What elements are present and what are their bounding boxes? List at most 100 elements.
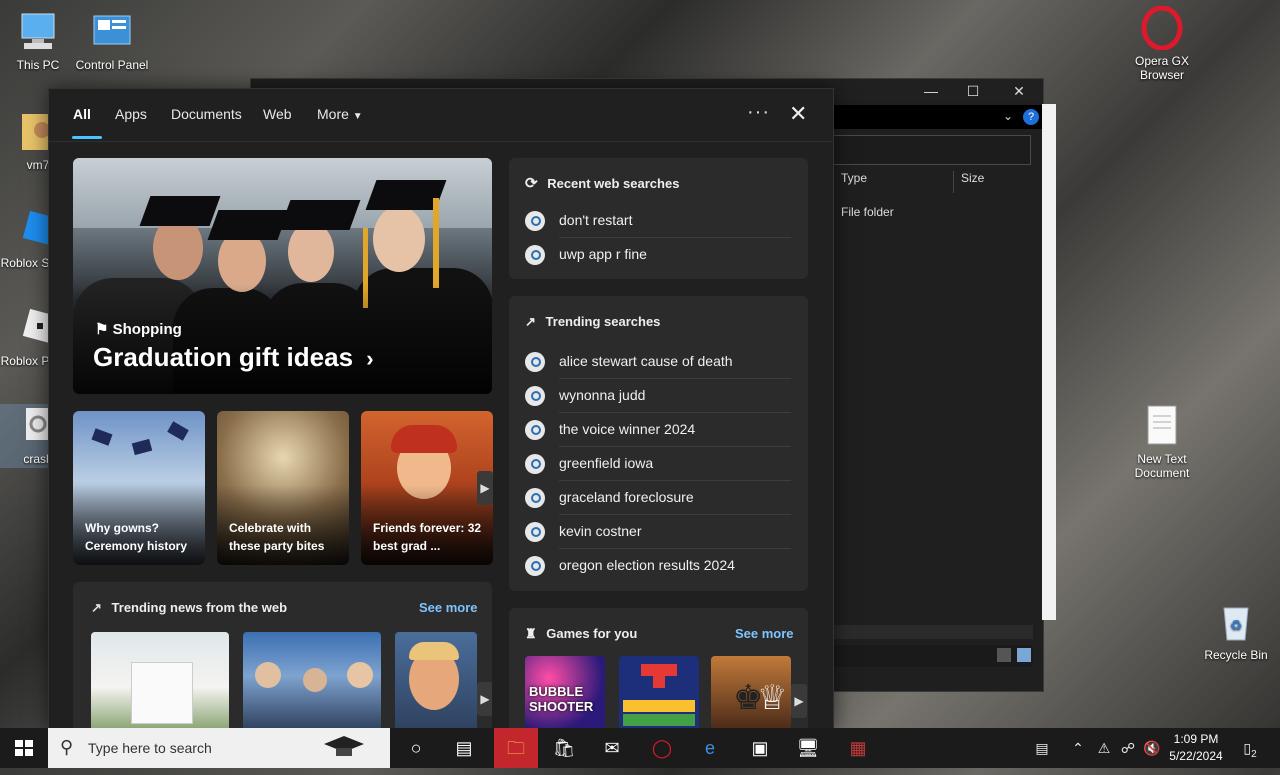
trending-search-item[interactable]: wynonna judd [525,379,791,413]
desktop-icon-label: New Text Document [1134,452,1190,480]
tab-more[interactable]: More ▼ [317,106,363,122]
news-thumbnail[interactable] [91,632,229,729]
card-title: Friends forever: 32 best grad ... [373,521,482,553]
see-more-news-link[interactable]: See more [419,600,478,615]
network-icon[interactable]: ☍ [1116,728,1140,768]
active-tab-indicator [72,136,102,139]
tab-more-label: More [317,106,349,122]
news-widget-icon[interactable]: ▤ [1026,728,1058,768]
chevron-right-icon: › [366,346,374,371]
flying-cap-icon [91,428,113,446]
column-divider [953,171,954,193]
game-tile-bubble-shooter[interactable]: BUBBLE SHOOTER [525,656,605,729]
trending-news-section: ↗ Trending news from the web See more ▶ [73,582,492,729]
games-next-button[interactable]: ▶ [791,684,807,718]
search-icon [525,245,545,265]
section-title-text: Trending searches [545,314,661,329]
trending-search-item[interactable]: oregon election results 2024 [525,549,791,583]
recent-search-item[interactable]: uwp app r fine [525,238,791,272]
notification-center-button[interactable]: ▯2 [1232,728,1268,768]
search-field[interactable] [833,135,1031,165]
trending-search-text: kevin costner [559,523,642,539]
news-thumbnail[interactable] [243,632,381,729]
cartoon-hair [391,425,457,453]
game-tile-blocks[interactable] [619,656,699,729]
tab-web[interactable]: Web [263,106,292,122]
search-tabs: All Apps Documents Web More ▼ ··· ✕ [49,89,833,142]
ribbon-bar: ⌄ ? [833,105,1043,129]
section-title-text: Recent web searches [547,176,680,191]
security-alert-icon[interactable]: ⚠ [1092,728,1116,768]
search-icon [525,522,545,542]
system-clock[interactable]: 1:09 PM 5/22/2024 [1168,731,1224,765]
tab-documents[interactable]: Documents [171,106,242,122]
taskbar-search-box[interactable]: ⚲ Type here to search [48,728,390,768]
see-more-games-link[interactable]: See more [735,626,794,641]
cortana-icon[interactable]: ○ [394,728,438,768]
chevron-down-icon[interactable]: ⌄ [1003,109,1013,123]
card-friends-forever[interactable]: Friends forever: 32 best grad ... [361,411,493,565]
chess-queen-icon: ♕ [757,679,788,717]
tab-all[interactable]: All [73,106,91,122]
winrar-icon[interactable]: ▦ [836,728,880,768]
trending-searches-panel: ↗ Trending searches alice stewart cause … [509,296,808,591]
close-icon[interactable]: ✕ [789,101,807,127]
news-thumbnail[interactable] [395,632,477,729]
maximize-button[interactable]: ☐ [953,81,993,101]
card-title: Celebrate with these party bites [229,521,325,553]
column-header-type[interactable]: Type [841,171,867,185]
desktop-icon-label: vm7 [26,158,50,172]
history-icon: ⟳ [525,175,538,192]
recent-search-item[interactable]: don't restart [525,204,791,238]
recent-search-text: uwp app r fine [559,246,647,262]
tab-apps[interactable]: Apps [115,106,147,122]
photos-app-icon[interactable]: ▣ [738,728,782,768]
card-why-gowns[interactable]: Why gowns? Ceremony history [73,411,205,565]
game-tile-chess[interactable]: ♚ ♕ [711,656,791,729]
news-next-button[interactable]: ▶ [477,682,492,716]
horizontal-scrollbar[interactable] [833,625,1033,639]
column-header-size[interactable]: Size [961,171,984,185]
text-file-icon [1140,404,1184,448]
trending-search-item[interactable]: the voice winner 2024 [525,413,791,447]
hero-card-shopping[interactable]: ⚑ Shopping Graduation gift ideas › [73,158,492,394]
internet-explorer-icon[interactable]: e [688,728,732,768]
card-title: Why gowns? Ceremony history [85,521,188,553]
trending-search-text: alice stewart cause of death [559,353,733,369]
desktop-icon-this-pc[interactable]: This PC [0,10,76,72]
search-icon [525,386,545,406]
trending-search-item[interactable]: graceland foreclosure [525,481,791,515]
trending-search-item[interactable]: alice stewart cause of death [525,345,791,379]
trending-search-item[interactable]: kevin costner [525,515,791,549]
volume-muted-icon[interactable]: 🔇 [1140,728,1164,768]
microsoft-store-icon[interactable]: 🛍 [542,728,586,768]
details-view-icon[interactable] [997,648,1011,662]
section-title-text: Games for you [546,626,638,641]
file-explorer-taskbar-icon[interactable]: 🗀 [494,728,538,768]
carousel-next-button[interactable]: ▶ [477,471,493,505]
help-icon[interactable]: ? [1023,109,1039,125]
start-button[interactable] [0,728,48,768]
desktop-icon-new-text-document[interactable]: New Text Document [1124,404,1200,480]
desktop-icon-control-panel[interactable]: Control Panel [74,10,150,72]
more-options-icon[interactable]: ··· [747,101,770,124]
task-view-icon[interactable]: ▤ [442,728,486,768]
trending-search-item[interactable]: greenfield iowa [525,447,791,481]
control-panel-icon [90,10,134,54]
card-party-bites[interactable]: Celebrate with these party bites [217,411,349,565]
opera-gx-taskbar-icon[interactable]: ◯ [640,728,684,768]
hero-headline[interactable]: Graduation gift ideas › [93,342,374,373]
row-type-cell: File folder [841,205,894,219]
desktop-icon-recycle-bin[interactable]: ♻ Recycle Bin [1198,600,1274,662]
close-window-button[interactable]: ✕ [999,81,1039,101]
section-header: ♜ Games for you [525,626,637,642]
search-icon [525,454,545,474]
remote-desktop-icon[interactable]: 🖥 [786,728,830,768]
large-icons-view-icon[interactable] [1017,648,1031,662]
show-hidden-icons-button[interactable]: ⌃ [1066,728,1090,768]
minimize-button[interactable]: — [911,81,951,101]
recent-search-text: don't restart [559,212,633,228]
hero-tag: ⚑ Shopping [95,320,182,338]
desktop-icon-opera-gx[interactable]: Opera GX Browser [1124,5,1200,82]
mail-icon[interactable]: ✉ [590,728,634,768]
